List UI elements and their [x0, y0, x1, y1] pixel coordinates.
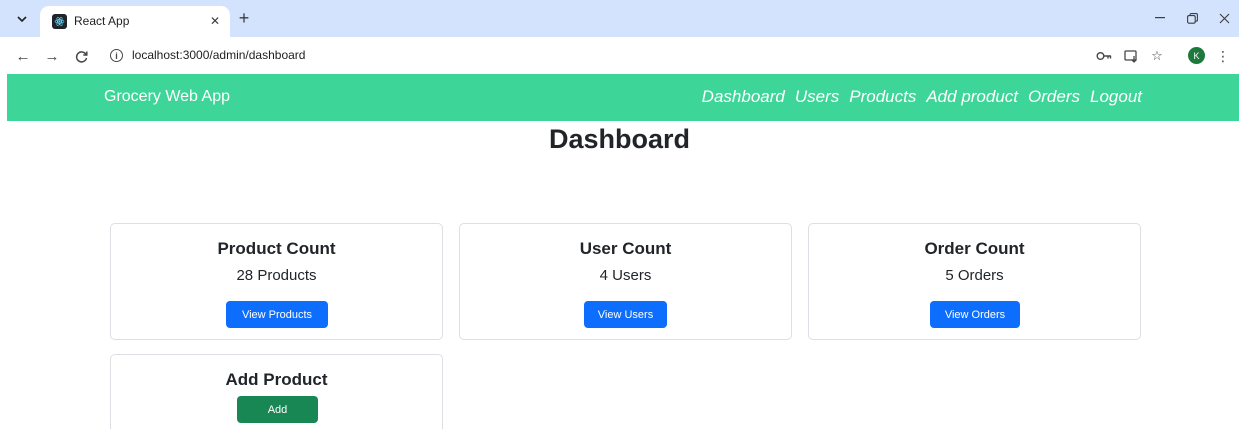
- more-vert-icon[interactable]: ⋮: [1216, 47, 1230, 65]
- card-title: Product Count: [217, 239, 336, 258]
- card-title: Order Count: [924, 239, 1025, 258]
- nav-link-dashboard[interactable]: Dashboard: [702, 87, 785, 107]
- chevron-down-icon[interactable]: [10, 8, 34, 30]
- install-app-icon[interactable]: [1122, 48, 1140, 64]
- minimize-icon[interactable]: [1148, 8, 1172, 28]
- page-title: Dashboard: [548, 124, 691, 154]
- arrow-left-icon[interactable]: ←: [12, 45, 34, 67]
- product-count: 28 Products: [236, 267, 317, 284]
- user-count-card: User Count 4 Users View Users: [459, 223, 792, 340]
- nav-link-logout[interactable]: Logout: [1090, 87, 1142, 107]
- star-icon[interactable]: ☆: [1148, 48, 1166, 64]
- order-count: 5 Orders: [945, 267, 1004, 284]
- view-orders-button[interactable]: View Orders: [930, 301, 1020, 328]
- order-count-card: Order Count 5 Orders View Orders: [808, 223, 1141, 340]
- nav-link-add-product[interactable]: Add product: [926, 87, 1018, 107]
- reload-icon[interactable]: [70, 45, 92, 67]
- view-products-button[interactable]: View Products: [226, 301, 328, 328]
- card-title: User Count: [579, 239, 672, 258]
- arrow-right-icon[interactable]: →: [41, 45, 63, 67]
- nav-links: Dashboard Users Products Add product Ord…: [702, 87, 1142, 107]
- browser-tab-strip: React App ✕ +: [0, 0, 1239, 37]
- url-text[interactable]: localhost:3000/admin/dashboard: [132, 48, 305, 62]
- react-icon: [52, 14, 67, 29]
- add-product-card: Add Product Add: [110, 354, 443, 429]
- key-icon[interactable]: [1095, 48, 1113, 64]
- close-icon[interactable]: ✕: [207, 13, 223, 29]
- plus-icon[interactable]: +: [234, 8, 254, 28]
- add-product-button[interactable]: Add: [237, 396, 318, 423]
- tab-title: React App: [74, 14, 130, 28]
- nav-link-orders[interactable]: Orders: [1028, 87, 1080, 107]
- window-close-icon[interactable]: [1212, 8, 1236, 28]
- address-bar[interactable]: i localhost:3000/admin/dashboard: [98, 42, 1168, 69]
- avatar[interactable]: K: [1188, 47, 1205, 64]
- nav-link-users[interactable]: Users: [795, 87, 839, 107]
- product-count-card: Product Count 28 Products View Products: [110, 223, 443, 340]
- view-users-button[interactable]: View Users: [584, 301, 667, 328]
- brand-name[interactable]: Grocery Web App: [104, 88, 230, 106]
- browser-tab[interactable]: React App ✕: [40, 6, 230, 37]
- restore-icon[interactable]: [1180, 8, 1204, 28]
- browser-toolbar: ← → i localhost:3000/admin/dashboard ☆ K…: [0, 37, 1239, 74]
- card-title: Add Product: [225, 370, 328, 389]
- nav-link-products[interactable]: Products: [849, 87, 916, 107]
- app-navbar: Grocery Web App Dashboard Users Products…: [7, 74, 1239, 121]
- info-icon[interactable]: i: [110, 49, 123, 62]
- user-count: 4 Users: [599, 267, 652, 284]
